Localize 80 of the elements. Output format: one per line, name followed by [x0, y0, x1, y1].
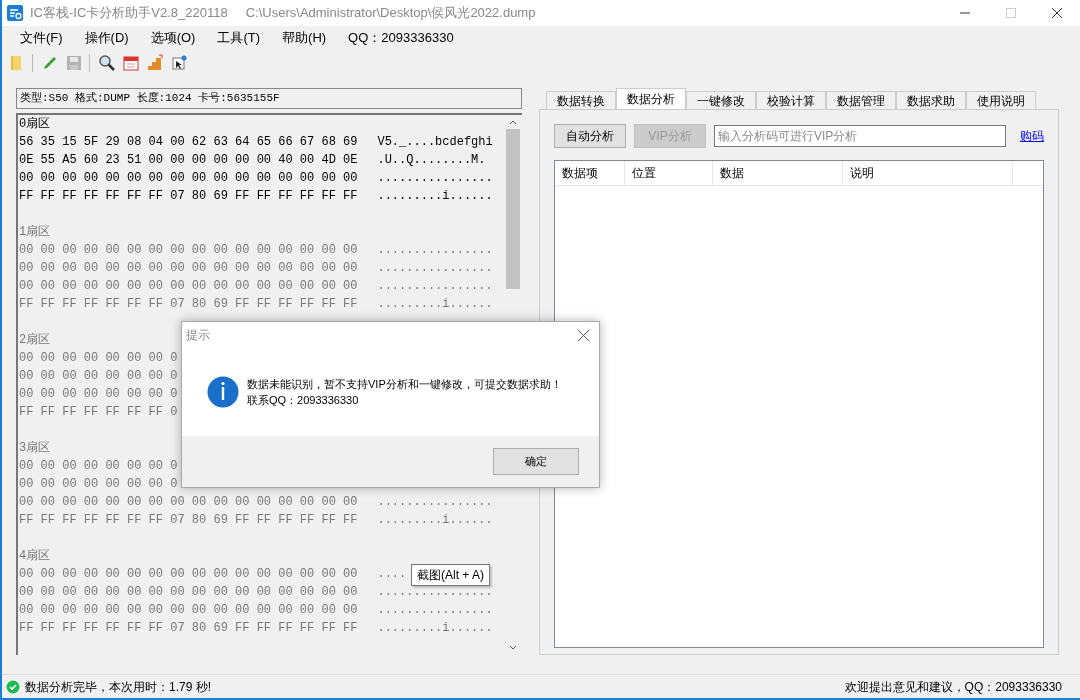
ok-button[interactable]: 确定	[493, 448, 579, 475]
ascii-text: ................	[377, 278, 493, 295]
card-info-bar: 类型:S50 格式:DUMP 长度:1024 卡号:5635155F	[16, 88, 522, 109]
menu-item[interactable]: 操作(D)	[78, 28, 135, 48]
tab[interactable]: 数据管理	[826, 91, 896, 109]
check-icon	[6, 679, 20, 694]
ascii-text: .........i......	[377, 620, 493, 637]
column-header[interactable]: 数据	[713, 161, 843, 185]
magnifier-icon[interactable]	[98, 54, 116, 72]
hex-bytes: FF FF FF FF FF FF FF 07 80 69 FF FF FF FF FF FF	[19, 512, 358, 529]
ascii-text: .........i......	[377, 512, 493, 529]
menu-qq: QQ：2093336330	[347, 29, 455, 48]
hex-bytes: 00 00 00 00 00 00 00 00 00 00 00 00 00 00 00 00	[19, 494, 358, 511]
ascii-text: ................	[377, 260, 493, 277]
tab[interactable]: 校验计算	[756, 91, 826, 109]
menu-item[interactable]: 文件(F)	[14, 28, 69, 48]
ascii-text: ....	[377, 566, 407, 583]
ascii-text: ................	[377, 242, 493, 259]
status-message: 数据分析完毕，本次用时：1.79 秒!	[25, 678, 212, 696]
ascii-text: .........i......	[377, 296, 493, 313]
column-header[interactable]: 说明	[843, 161, 1013, 185]
tab[interactable]: 一键修改	[686, 91, 756, 109]
tooltip: 截图(Alt + A)	[411, 564, 490, 586]
hex-bytes: 00 00 00 00 00 00 00 00 00 00 00 00 00 00 00 00	[19, 278, 358, 295]
column-header[interactable]: 位置	[625, 161, 713, 185]
app-icon	[6, 4, 24, 22]
ascii-text: ................	[377, 602, 493, 619]
hex-bytes: FF FF FF FF FF FF FF 07 80 69 FF FF FF FF FF FF	[19, 296, 358, 313]
hex-bytes: FF FF FF FF FF FF FF 0	[19, 404, 178, 421]
ascii-text: ................	[377, 170, 493, 187]
buy-code-link[interactable]: 购码	[1020, 127, 1044, 145]
window-title: IC客栈-IC卡分析助手V2.8_220118	[30, 4, 228, 23]
hex-bytes: 00 00 00 00 00 00 00 00 00 00 00 00 00 00 00 00	[19, 602, 358, 619]
column-header[interactable]: 数据项	[555, 161, 625, 185]
ascii-text: ................	[377, 494, 493, 511]
analysis-button[interactable]: 自动分析	[554, 124, 626, 148]
hex-bytes: FF FF FF FF FF FF FF 07 80 69 FF FF FF FF FF FF	[19, 188, 358, 205]
hex-bytes: 00 00 00 00 00 00 00 0	[19, 350, 178, 367]
hex-bytes: 00 00 00 00 00 00 00 00 00 00 00 00 00 00 00 00	[19, 170, 358, 187]
sector-label: 0扇区	[19, 116, 51, 133]
sector-label: 4扇区	[19, 548, 51, 565]
close-button[interactable]	[578, 329, 589, 341]
tab[interactable]: 数据转换	[546, 91, 616, 109]
hex-bytes: 00 00 00 00 00 00 00 00 00 00 00 00 00 00 00 00	[19, 584, 358, 601]
tab[interactable]: 数据求助	[896, 91, 966, 109]
hex-bytes: FF FF FF FF FF FF FF 07 80 69 FF FF FF FF FF FF	[19, 620, 358, 637]
hex-bytes: 00 00 00 00 00 00 00 00 00 00 00 00 00 00 00 00	[19, 260, 358, 277]
ascii-text: .U..Q........M.	[377, 152, 486, 169]
menu-item[interactable]: 工具(T)	[211, 28, 267, 48]
hex-bytes: 56 35 15 5F 29 08 04 00 62 63 64 65 66 67 68 69	[19, 134, 358, 151]
cursor-icon[interactable]	[170, 54, 188, 72]
pencil-icon[interactable]	[41, 54, 59, 72]
info-icon	[207, 376, 239, 408]
sector-label: 1扇区	[19, 224, 51, 241]
stairs-chart-icon[interactable]	[146, 54, 164, 72]
close-icon	[1052, 8, 1062, 18]
ascii-text: ................	[377, 584, 493, 601]
hex-bytes: 00 00 00 00 00 00 00 0	[19, 476, 178, 493]
hex-bytes: 0E 55 A5 60 23 51 00 00 00 00 00 00 40 00 4D 0E	[19, 152, 358, 169]
tab[interactable]: 数据分析	[616, 88, 686, 109]
sector-label: 3扇区	[19, 440, 51, 457]
ascii-text: V5._....bcdefghi	[377, 134, 493, 151]
sector-label: 2扇区	[19, 332, 51, 349]
hex-bytes: 00 00 00 00 00 00 00 00 00 00 00 00 00 00 00 00	[19, 566, 358, 583]
hex-bytes: 00 00 00 00 00 00 00 0	[19, 458, 178, 475]
maximize-icon	[1006, 8, 1016, 18]
calendar-icon[interactable]	[122, 54, 140, 72]
hex-bytes: 00 00 00 00 00 00 00 0	[19, 386, 178, 403]
dialog-message: 数据未能识别，暂不支持VIP分析和一键修改，可提交数据求助！	[247, 377, 562, 392]
ascii-text: .........i......	[377, 188, 493, 205]
dialog-title: 提示	[186, 327, 210, 344]
hex-bytes: 00 00 00 00 00 00 00 00 00 00 00 00 00 00 00 00	[19, 242, 358, 259]
dialog-message: 联系QQ：2093336330	[247, 393, 360, 408]
file-path: C:\Users\Administrator\Desktop\侯风光2022.dump	[245, 4, 536, 23]
menu-item[interactable]: 选项(O)	[144, 28, 202, 48]
menu-item[interactable]: 帮助(H)	[276, 28, 333, 48]
status-feedback: 欢迎提出意见和建议，QQ：2093336330	[844, 678, 1062, 696]
analysis-code-field[interactable]: 输入分析码可进行VIP分析	[714, 125, 1006, 147]
hex-bytes: 00 00 00 00 00 00 00 0	[19, 368, 178, 385]
tab[interactable]: 使用说明	[966, 91, 1036, 109]
